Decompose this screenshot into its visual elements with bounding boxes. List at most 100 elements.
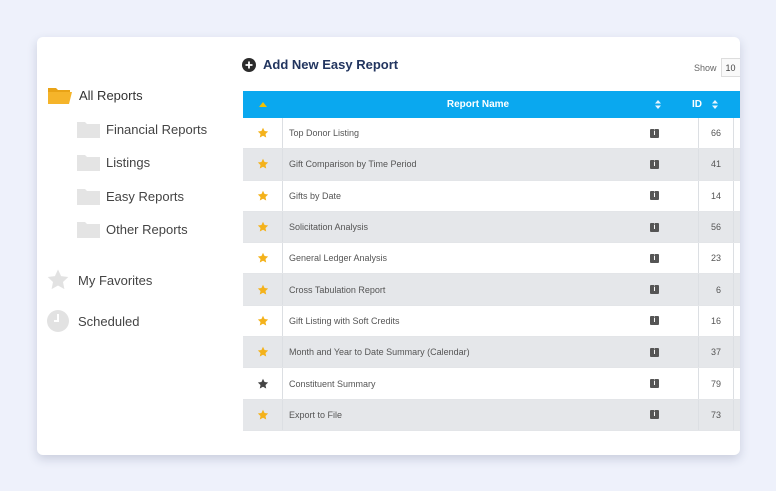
sidebar-item-label: Easy Reports bbox=[106, 188, 185, 204]
sidebar-item-other-reports[interactable]: Other Reports bbox=[77, 220, 188, 238]
add-new-easy-report-button[interactable]: Add New Easy Report bbox=[242, 57, 398, 72]
id-column-header[interactable]: ID bbox=[673, 91, 733, 118]
report-name[interactable]: Constituent Summary bbox=[289, 368, 376, 398]
column-label: Report Name bbox=[446, 99, 510, 110]
info-button[interactable]: i bbox=[650, 400, 659, 430]
star-icon bbox=[257, 315, 268, 326]
info-button[interactable]: i bbox=[650, 149, 659, 179]
report-name[interactable]: Top Donor Listing bbox=[289, 118, 359, 148]
truncated-cell bbox=[733, 337, 740, 368]
sidebar-item-label: Scheduled bbox=[78, 313, 140, 329]
sidebar: All Reports Financial Reports Listings E… bbox=[37, 37, 237, 455]
sidebar-item-label: All Reports bbox=[79, 88, 143, 103]
info-button[interactable]: i bbox=[650, 368, 659, 398]
report-id: 6 bbox=[698, 274, 733, 305]
sidebar-item-favorites[interactable]: My Favorites bbox=[46, 268, 152, 292]
star-icon bbox=[47, 269, 69, 290]
info-button[interactable]: i bbox=[650, 306, 659, 336]
table-row[interactable]: Top Donor Listing i 66 bbox=[243, 118, 740, 150]
report-id: 66 bbox=[698, 118, 733, 149]
favorite-toggle[interactable] bbox=[243, 274, 283, 305]
info-button[interactable]: i bbox=[650, 274, 659, 304]
sidebar-item-easy-reports[interactable]: Easy Reports bbox=[77, 187, 184, 205]
info-button[interactable]: i bbox=[650, 243, 659, 273]
report-id: 14 bbox=[698, 180, 733, 211]
info-button[interactable]: i bbox=[650, 337, 659, 367]
table-body: Top Donor Listing i 66 Gift Comparison by T… bbox=[243, 118, 740, 431]
sidebar-item-label: Listings bbox=[106, 154, 151, 170]
report-name[interactable]: Cross Tabulation Report bbox=[289, 274, 385, 304]
sort-asc-icon bbox=[259, 102, 267, 107]
sidebar-item-listings[interactable]: Listings bbox=[77, 153, 150, 171]
star-icon bbox=[257, 253, 268, 263]
sidebar-item-label: My Favorites bbox=[78, 272, 153, 288]
truncated-cell bbox=[733, 243, 740, 274]
reports-table: Report Name ID Top Donor Listing i 66 Gift … bbox=[243, 91, 740, 431]
star-icon bbox=[257, 284, 268, 295]
info-button[interactable]: i bbox=[650, 118, 659, 148]
report-name[interactable]: General Ledger Analysis bbox=[289, 243, 387, 273]
report-name[interactable]: Gift Listing with Soft Credits bbox=[289, 306, 400, 336]
sidebar-item-financial-reports[interactable]: Financial Reports bbox=[77, 120, 207, 138]
sidebar-item-label: Financial Reports bbox=[106, 121, 208, 137]
favorite-toggle[interactable] bbox=[243, 211, 283, 243]
truncated-cell bbox=[733, 211, 740, 243]
table-row[interactable]: Cross Tabulation Report i 6 bbox=[243, 274, 740, 306]
report-name[interactable]: Solicitation Analysis bbox=[289, 212, 368, 242]
table-row[interactable]: Gift Comparison by Time Period i 41 bbox=[243, 149, 740, 181]
info-icon: i bbox=[650, 222, 659, 232]
folder-icon bbox=[77, 222, 100, 238]
page-size-control: Show 10 bbox=[694, 58, 740, 77]
sidebar-item-label: Other Reports bbox=[106, 221, 188, 237]
star-icon bbox=[257, 190, 268, 201]
table-row[interactable]: Gifts by Date i 14 bbox=[243, 180, 740, 212]
report-name[interactable]: Gifts by Date bbox=[289, 181, 341, 211]
star-icon bbox=[257, 221, 268, 232]
info-button[interactable]: i bbox=[650, 212, 659, 242]
truncated-cell bbox=[733, 180, 740, 211]
favorite-toggle[interactable] bbox=[243, 368, 283, 399]
page-size-select[interactable]: 10 bbox=[720, 58, 740, 77]
folder-icon bbox=[77, 155, 100, 171]
info-icon: i bbox=[650, 347, 659, 357]
favorite-toggle[interactable] bbox=[243, 305, 283, 337]
table-row[interactable]: Solicitation Analysis i 56 bbox=[243, 211, 740, 244]
report-id: 79 bbox=[698, 368, 733, 399]
sort-both-icon bbox=[655, 100, 661, 109]
table-row[interactable]: Export to File i 73 bbox=[243, 399, 740, 431]
report-name[interactable]: Export to File bbox=[289, 400, 342, 430]
favorite-toggle[interactable] bbox=[243, 149, 283, 180]
table-row[interactable]: Month and Year to Date Summary (Calendar… bbox=[243, 337, 740, 369]
sort-both-icon bbox=[712, 100, 718, 109]
table-row[interactable]: Gift Listing with Soft Credits i 16 bbox=[243, 305, 740, 338]
favorite-toggle[interactable] bbox=[243, 243, 283, 274]
info-button[interactable]: i bbox=[650, 181, 659, 211]
table-row[interactable]: General Ledger Analysis i 23 bbox=[243, 243, 740, 275]
favorite-column-header[interactable] bbox=[243, 91, 283, 118]
favorite-toggle[interactable] bbox=[243, 399, 283, 430]
truncated-cell bbox=[733, 305, 740, 337]
info-icon: i bbox=[650, 379, 659, 389]
truncated-cell bbox=[733, 274, 740, 305]
report-name[interactable]: Gift Comparison by Time Period bbox=[289, 149, 417, 179]
clock-icon bbox=[47, 310, 69, 332]
truncated-cell bbox=[733, 368, 740, 399]
sidebar-item-all-reports[interactable]: All Reports bbox=[47, 88, 143, 104]
folder-open-icon bbox=[48, 88, 72, 104]
report-name[interactable]: Month and Year to Date Summary (Calendar… bbox=[289, 337, 470, 367]
table-row[interactable]: Constituent Summary i 79 bbox=[243, 368, 740, 400]
favorite-toggle[interactable] bbox=[243, 118, 283, 149]
show-label: Show bbox=[694, 62, 717, 73]
star-icon bbox=[257, 159, 268, 169]
report-id: 73 bbox=[698, 399, 733, 430]
report-name-column-header[interactable]: Report Name bbox=[283, 91, 673, 118]
star-icon bbox=[257, 127, 268, 138]
report-id: 16 bbox=[698, 305, 733, 337]
report-id: 23 bbox=[698, 243, 733, 274]
sidebar-item-scheduled[interactable]: Scheduled bbox=[46, 309, 139, 333]
table-header: Report Name ID bbox=[243, 91, 740, 118]
favorite-toggle[interactable] bbox=[243, 337, 283, 368]
info-icon: i bbox=[650, 191, 659, 201]
add-report-label: Add New Easy Report bbox=[263, 57, 399, 72]
favorite-toggle[interactable] bbox=[243, 180, 283, 211]
